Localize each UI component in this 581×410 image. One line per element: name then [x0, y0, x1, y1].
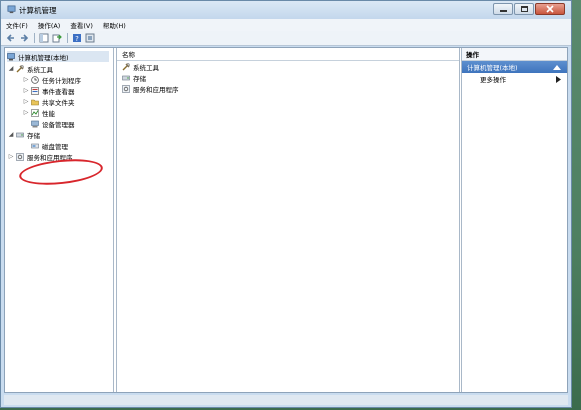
export-list-button[interactable]	[51, 33, 62, 44]
computer-management-icon	[7, 52, 15, 60]
computer-management-window: 计算机管理 文件(F) 操作(A) 查看(V) 帮助(H) ? 计算机管理(本地…	[0, 0, 572, 408]
toolbar-separator	[67, 33, 68, 43]
tree-item-system-tools[interactable]: ◢ 系统工具	[8, 63, 53, 74]
back-button[interactable]	[5, 33, 16, 44]
computer-management-app-icon	[7, 5, 16, 14]
tree-label-root: 计算机管理(本地)	[18, 53, 69, 62]
tree-label-storage: 存储	[27, 131, 40, 140]
list-item-label: 服务和应用程序	[133, 85, 179, 94]
menu-bar: 文件(F) 操作(A) 查看(V) 帮助(H)	[1, 19, 571, 31]
performance-icon	[31, 108, 39, 117]
tree-label-performance: 性能	[42, 109, 55, 118]
disk-management-icon	[31, 143, 39, 148]
tree-item-performance[interactable]: ▷ 性能	[23, 107, 55, 118]
clock-icon	[31, 75, 39, 84]
tree-label-shared-folders: 共享文件夹	[42, 98, 75, 107]
toolbar: ?	[1, 31, 571, 46]
services-applications-icon	[122, 84, 130, 93]
actions-section-label: 计算机管理(本地)	[467, 64, 518, 72]
column-header-label: 名称	[122, 51, 135, 59]
menu-file[interactable]: 文件(F)	[1, 20, 33, 30]
collapse-up-icon[interactable]	[553, 64, 561, 70]
properties-button[interactable]	[84, 33, 95, 44]
actions-pane: 操作 计算机管理(本地) 更多操作	[461, 48, 567, 392]
tree-label-task-scheduler: 任务计划程序	[42, 76, 81, 85]
help-button[interactable]: ?	[71, 33, 82, 44]
services-applications-icon	[16, 152, 24, 161]
minimize-icon	[500, 10, 507, 12]
tree-item-computer-management[interactable]: 计算机管理(本地)	[7, 51, 109, 62]
console-tree-icon	[39, 33, 48, 43]
help-icon: ?	[72, 34, 81, 43]
close-button[interactable]	[535, 3, 565, 15]
collapse-arrow-icon[interactable]: ◢	[8, 65, 14, 72]
system-tools-icon	[122, 62, 130, 70]
main-content: 计算机管理(本地) ◢ 系统工具 ▷ 任务计划程序 ▷ 事件查看器 ▷ 共享文件	[4, 47, 568, 393]
tree-item-task-scheduler[interactable]: ▷ 任务计划程序	[23, 74, 81, 85]
forward-button[interactable]	[18, 33, 29, 44]
show-hide-console-tree-button[interactable]	[38, 33, 49, 44]
back-arrow-icon	[6, 34, 14, 42]
tree-item-device-manager[interactable]: 设备管理器	[31, 118, 75, 129]
maximize-icon	[521, 6, 528, 12]
menu-help[interactable]: 帮助(H)	[98, 20, 131, 30]
menu-view[interactable]: 查看(V)	[65, 20, 98, 30]
more-actions-item[interactable]: 更多操作	[462, 73, 567, 85]
tree-item-disk-management[interactable]: 磁盘管理	[31, 140, 68, 151]
maximize-button[interactable]	[514, 3, 534, 15]
list-item-system-tools[interactable]: 系统工具	[117, 61, 459, 72]
tree-label-event-viewer: 事件查看器	[42, 87, 75, 96]
window-controls	[493, 3, 565, 15]
tree-label-device-manager: 设备管理器	[42, 120, 75, 129]
storage-icon	[16, 132, 24, 137]
svg-text:?: ?	[75, 35, 79, 43]
expand-arrow-icon[interactable]: ▷	[8, 153, 14, 160]
list-item-label: 系统工具	[133, 63, 159, 72]
device-manager-icon	[31, 120, 39, 127]
actions-section-computer-management[interactable]: 计算机管理(本地)	[462, 61, 567, 73]
list-item-label: 存储	[133, 74, 146, 83]
expand-arrow-icon[interactable]: ▷	[23, 76, 29, 83]
expand-arrow-icon[interactable]: ▷	[23, 98, 29, 105]
properties-icon	[85, 33, 94, 43]
window-title: 计算机管理	[19, 6, 57, 15]
export-list-icon	[52, 34, 62, 43]
list-item-services-applications[interactable]: 服务和应用程序	[117, 83, 459, 94]
shared-folder-icon	[31, 99, 39, 105]
column-header-name[interactable]: 名称	[117, 48, 459, 61]
results-pane: 名称 系统工具 存储 服务和应用程序	[116, 48, 460, 392]
more-actions-label: 更多操作	[480, 76, 506, 84]
expand-arrow-icon[interactable]: ▷	[23, 109, 29, 116]
list-item-storage[interactable]: 存储	[117, 72, 459, 83]
tree-item-shared-folders[interactable]: ▷ 共享文件夹	[23, 96, 75, 107]
close-icon	[546, 5, 554, 13]
tree-label-disk-management: 磁盘管理	[42, 142, 68, 151]
tree-label-system-tools: 系统工具	[27, 65, 53, 74]
actions-header: 操作	[462, 48, 567, 61]
menu-action[interactable]: 操作(A)	[33, 20, 66, 30]
tree-item-event-viewer[interactable]: ▷ 事件查看器	[23, 85, 75, 96]
collapse-arrow-icon[interactable]: ◢	[8, 131, 14, 138]
submenu-arrow-icon	[556, 76, 561, 83]
minimize-button[interactable]	[493, 3, 513, 15]
status-bar	[4, 395, 568, 405]
console-tree-pane: 计算机管理(本地) ◢ 系统工具 ▷ 任务计划程序 ▷ 事件查看器 ▷ 共享文件	[5, 48, 114, 392]
storage-icon	[122, 75, 130, 80]
title-bar[interactable]: 计算机管理	[1, 1, 571, 19]
toolbar-separator	[34, 33, 35, 43]
tree-item-storage[interactable]: ◢ 存储	[8, 129, 40, 140]
system-tools-icon	[16, 64, 24, 72]
event-viewer-icon	[31, 86, 39, 95]
forward-arrow-icon	[20, 34, 28, 42]
expand-arrow-icon[interactable]: ▷	[23, 87, 29, 94]
actions-header-label: 操作	[466, 51, 479, 59]
